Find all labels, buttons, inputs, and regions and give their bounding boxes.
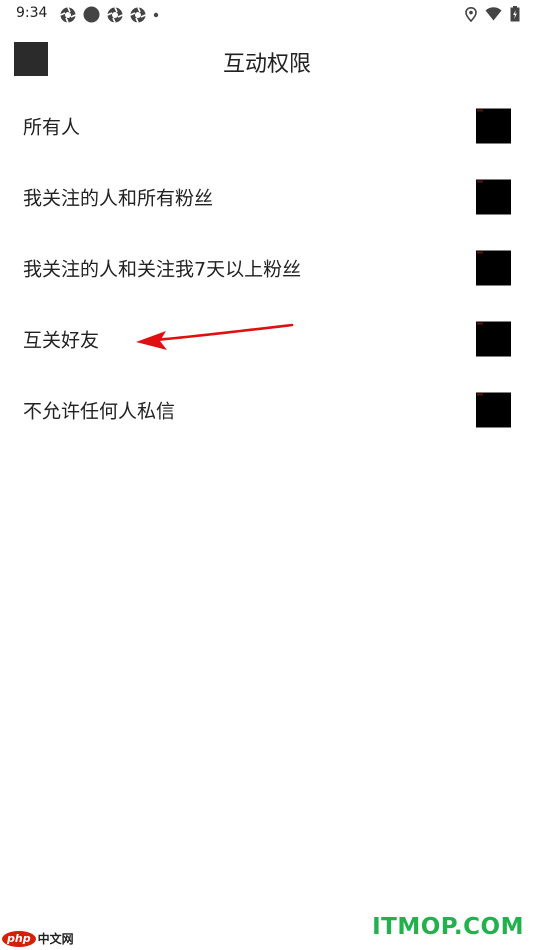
php-logo: php <box>2 930 36 947</box>
circle-icon <box>83 6 100 23</box>
aperture-icon <box>130 6 146 23</box>
option-label: 互关好友 <box>23 329 100 351</box>
status-notification-icons <box>60 6 159 23</box>
option-label: 我关注的人和所有粉丝 <box>23 187 214 209</box>
itmop-watermark: ITMOP.COM <box>372 914 524 940</box>
radio-button[interactable] <box>476 392 511 427</box>
option-no-one[interactable]: 不允许任何人私信 <box>0 374 534 445</box>
php-cn-watermark: php 中文网 <box>2 930 74 947</box>
page-title: 互动权限 <box>222 52 311 77</box>
option-following-and-7day-fans[interactable]: 我关注的人和关注我7天以上粉丝 <box>0 232 534 303</box>
aperture-icon <box>107 6 123 23</box>
red-arrow-annotation <box>136 323 294 350</box>
status-bar: 9:34 <box>0 0 534 28</box>
option-label: 不允许任何人私信 <box>23 400 176 422</box>
radio-button[interactable] <box>476 179 511 214</box>
permission-option-list: 所有人 我关注的人和所有粉丝 我关注的人和关注我7天以上粉丝 互关好友 不允许任… <box>0 90 534 445</box>
option-following-and-all-fans[interactable]: 我关注的人和所有粉丝 <box>0 161 534 232</box>
wifi-icon <box>485 7 502 21</box>
radio-button[interactable] <box>476 321 511 356</box>
status-time: 9:34 <box>16 5 48 21</box>
interaction-permission-screen: 9:34 互动权限 所有人 我关注的人和所有粉丝 我关注的人和关注我7天以上粉丝… <box>0 0 534 950</box>
status-system-icons <box>465 6 520 22</box>
option-everyone[interactable]: 所有人 <box>0 90 534 161</box>
dot-icon <box>153 12 159 18</box>
radio-button[interactable] <box>476 250 511 285</box>
location-icon <box>465 6 477 22</box>
watermark-text: 中文网 <box>37 932 74 946</box>
radio-button[interactable] <box>476 108 511 143</box>
battery-icon <box>510 6 520 22</box>
option-label: 我关注的人和关注我7天以上粉丝 <box>23 258 302 280</box>
app-header: 互动权限 <box>0 28 534 92</box>
option-label: 所有人 <box>23 116 81 138</box>
aperture-icon <box>60 6 76 23</box>
